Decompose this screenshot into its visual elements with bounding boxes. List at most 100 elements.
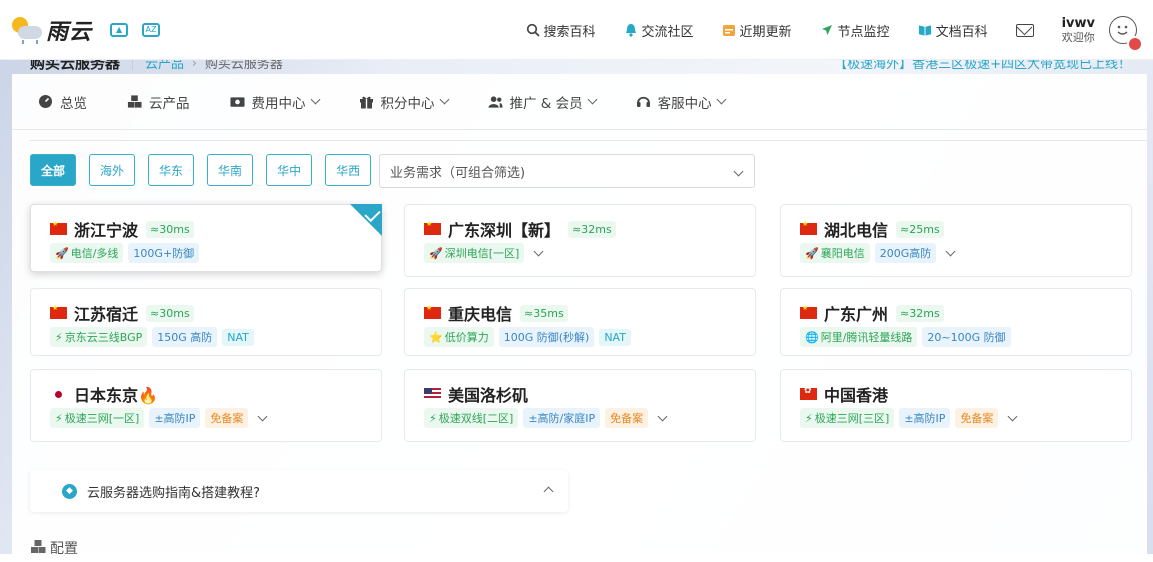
bolt-icon: ⚡: [55, 330, 63, 344]
chevron-down-icon[interactable]: [945, 246, 956, 256]
nav-community[interactable]: 交流社区: [624, 21, 694, 40]
region-card-guangzhou[interactable]: 广东广州 ≈32ms 🌐阿里/腾讯轻量线路 20~100G 防御: [780, 288, 1132, 356]
nav-label: 近期更新: [739, 24, 792, 40]
china-flag-icon: [424, 304, 441, 319]
subnav-points[interactable]: 积分中心: [359, 92, 449, 112]
user-info[interactable]: ivwv 欢迎你: [1062, 16, 1095, 45]
usa-flag-icon: [424, 388, 441, 400]
chevron-down-icon[interactable]: [533, 246, 544, 256]
defense-tag: ±高防/家庭IP: [523, 408, 601, 428]
china-flag-icon: [800, 220, 817, 235]
globe-icon: 🌐: [805, 330, 819, 344]
settings-badge-icon[interactable]: [1127, 36, 1143, 52]
chevron-down-icon[interactable]: [1007, 411, 1018, 421]
china-flag-icon: [50, 220, 67, 235]
defense-tag: 20~100G 防御: [922, 327, 1011, 347]
nav-label: 文档百科: [935, 24, 988, 40]
image-icon[interactable]: ▲: [110, 22, 129, 37]
tag-text: 极速双线[二区]: [438, 412, 514, 425]
latency-badge: ≈35ms: [520, 304, 568, 322]
latency-badge: ≈30ms: [146, 220, 194, 238]
filter-west-china[interactable]: 华西: [325, 154, 372, 186]
subnav-overview[interactable]: 总览: [38, 92, 87, 112]
breadcrumb-parent[interactable]: 云产品: [145, 60, 184, 72]
mail-icon[interactable]: [1015, 23, 1034, 37]
region-name: 江苏宿迁: [74, 305, 139, 324]
nat-tag: NAT: [599, 328, 631, 346]
chevron-down-icon[interactable]: [657, 411, 668, 421]
requirement-select[interactable]: 业务需求（可组合筛选): [379, 154, 755, 188]
china-flag-icon: [800, 304, 817, 319]
region-card-hong-kong[interactable]: 中国香港 ⚡极速三网[三区] ±高防IP 免备案: [780, 369, 1132, 442]
search-icon: [526, 23, 540, 37]
tag-text: 电信/多线: [70, 247, 119, 260]
region-name: 重庆电信: [448, 305, 513, 324]
chevron-down-icon[interactable]: [257, 411, 268, 421]
title-strip: 购买云服务器 云产品 › 购买云服务器 【极速海外】香港三区极速+四区大带宽现已…: [0, 60, 1153, 74]
nav-label: 搜索百科: [543, 24, 596, 40]
chevron-down-icon: [439, 94, 449, 105]
logo-text: 雨云: [46, 19, 93, 45]
region-card-hubei[interactable]: 湖北电信 ≈25ms 🚀襄阳电信 200G高防: [780, 204, 1132, 277]
subnav-label: 费用中心: [251, 95, 306, 112]
content-panel: 总览 云产品 费用中心 积分中心 推广 & 会员 客服中心 全部 海外 华东 华…: [12, 74, 1150, 562]
user-greeting: 欢迎你: [1061, 31, 1095, 45]
nav-docs[interactable]: 文档百科: [918, 21, 988, 40]
purchase-guide-collapse[interactable]: ◆ 云服务器选购指南&搭建教程?: [30, 470, 568, 512]
compass-icon: ◆: [62, 483, 77, 499]
headset-icon: [636, 94, 651, 109]
logo[interactable]: 雨云 ▲ AZ: [10, 0, 161, 60]
send-icon: [820, 23, 834, 37]
nav-label: 交流社区: [641, 24, 694, 40]
subnav-billing[interactable]: 费用中心: [229, 92, 320, 112]
chevron-up-icon[interactable]: [543, 486, 554, 497]
avatar[interactable]: [1109, 16, 1143, 52]
region-card-ningbo[interactable]: 浙江宁波 ≈30ms 🚀电信/多线 100G+防御: [30, 204, 382, 272]
announcement-link[interactable]: 【极速海外】香港三区极速+四区大带宽现已上线！: [834, 60, 1131, 72]
region-name: 广东广州: [824, 305, 889, 324]
subnav-label: 客服中心: [657, 95, 712, 112]
line-tag: ⚡ 极速三网[三区]: [800, 408, 895, 428]
rocket-icon: 🚀: [55, 246, 69, 260]
region-card-chongqing[interactable]: 重庆电信 ≈35ms ⭐低价算力 100G 防御(秒解) NAT: [404, 288, 756, 356]
region-card-shenzhen[interactable]: 广东深圳【新】 ≈32ms 🚀深圳电信[一区]: [404, 204, 756, 277]
filter-all[interactable]: 全部: [30, 154, 77, 186]
nav-updates[interactable]: 近期更新: [722, 21, 792, 40]
region-card-los-angeles[interactable]: 美国洛杉矶 ⚡ 极速双线[二区] ±高防/家庭IP 免备案: [404, 369, 756, 442]
region-card-tokyo[interactable]: 日本东京🔥 ⚡ 极速三网[一区] ±高防IP 免备案: [30, 369, 382, 442]
subnav-cloud-products[interactable]: 云产品: [127, 92, 190, 112]
region-name: 广东深圳【新】: [448, 221, 561, 240]
line-tag: 🌐 阿里/腾讯轻量线路: [800, 327, 918, 347]
line-tag: 🚀 深圳电信[一区]: [424, 243, 525, 263]
nav-node-monitor[interactable]: 节点监控: [820, 21, 890, 40]
translate-icon[interactable]: AZ: [142, 22, 161, 37]
subnav-label: 积分中心: [380, 95, 435, 112]
filter-south-china[interactable]: 华南: [207, 154, 254, 186]
filter-east-china[interactable]: 华东: [148, 154, 195, 186]
star-icon: ⭐: [429, 330, 443, 344]
breadcrumb-current: 购买云服务器: [204, 60, 283, 72]
divider: [132, 60, 134, 70]
page-bottom-edge: [0, 554, 1153, 562]
gift-icon: [359, 94, 374, 109]
subnav-label: 总览: [60, 95, 87, 112]
hong-kong-flag-icon: [800, 386, 817, 400]
tag-text: 京东云三线BGP: [64, 331, 143, 344]
tag-text: 深圳电信[一区]: [444, 247, 520, 260]
book-icon: [918, 23, 932, 37]
region-card-suqian[interactable]: 江苏宿迁 ≈30ms ⚡京东云三线BGP 150G 高防 NAT: [30, 288, 382, 356]
filter-central-china[interactable]: 华中: [266, 154, 313, 186]
rocket-icon: 🚀: [429, 246, 443, 260]
no-filing-tag: 免备案: [605, 408, 649, 428]
top-header: 雨云 ▲ AZ 搜索百科 交流社区 近期更新 节点监控 文档百科 ivwv 欢迎…: [0, 0, 1153, 60]
subnav-referral[interactable]: 推广 & 会员: [487, 92, 598, 112]
filter-overseas[interactable]: 海外: [89, 154, 136, 186]
line-tag: ⚡ 极速三网[一区]: [50, 408, 145, 428]
divider: [30, 140, 1150, 141]
nav-search-wiki[interactable]: 搜索百科: [526, 21, 596, 40]
sub-nav: 总览 云产品 费用中心 积分中心 推广 & 会员 客服中心: [12, 74, 1147, 130]
latency-badge: ≈30ms: [146, 304, 194, 322]
user-name: ivwv: [1061, 15, 1095, 31]
subnav-support[interactable]: 客服中心: [636, 92, 727, 112]
users-icon: [487, 94, 503, 109]
